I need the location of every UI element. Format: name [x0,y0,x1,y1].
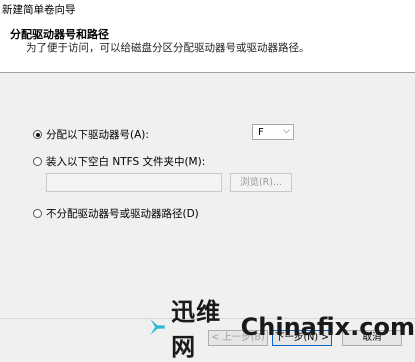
chevron-down-icon: ⌵ [283,126,290,136]
mount-path-input[interactable] [46,173,222,192]
browse-button[interactable]: 浏览(R)... [230,173,292,192]
radio-indicator[interactable] [33,209,42,218]
radio-mount-folder[interactable]: 装入以下空白 NTFS 文件夹中(M): [33,154,205,169]
radio-no-assign[interactable]: 不分配驱动器号或驱动器路径(D) [33,206,199,221]
radio-no-assign-label: 不分配驱动器号或驱动器路径(D) [46,208,199,220]
drive-letter-select[interactable]: F ⌵ [252,124,294,140]
radio-indicator-checked[interactable] [33,130,42,139]
wizard-header: 分配驱动器号和路径 为了便于访问，可以给磁盘分区分配驱动器号或驱动器路径。 [0,17,415,73]
radio-assign-letter[interactable]: 分配以下驱动器号(A): [33,127,149,142]
title-bar: 新建简单卷向导 [0,0,415,17]
watermark-cn: 迅维网 [171,298,222,361]
drive-letter-value: F [258,127,264,138]
radio-mount-folder-label: 装入以下空白 NTFS 文件夹中(M): [46,156,206,168]
radio-indicator[interactable] [33,157,42,166]
window-title: 新建简单卷向导 [2,4,76,16]
watermark-logo-icon [150,319,165,335]
watermark: 迅维网 Chinafix.com [148,298,415,361]
radio-assign-letter-label: 分配以下驱动器号(A): [46,129,149,141]
page-subtitle: 为了便于访问，可以给磁盘分区分配驱动器号或驱动器路径。 [26,42,310,54]
watermark-en: Chinafix.com [240,313,415,341]
